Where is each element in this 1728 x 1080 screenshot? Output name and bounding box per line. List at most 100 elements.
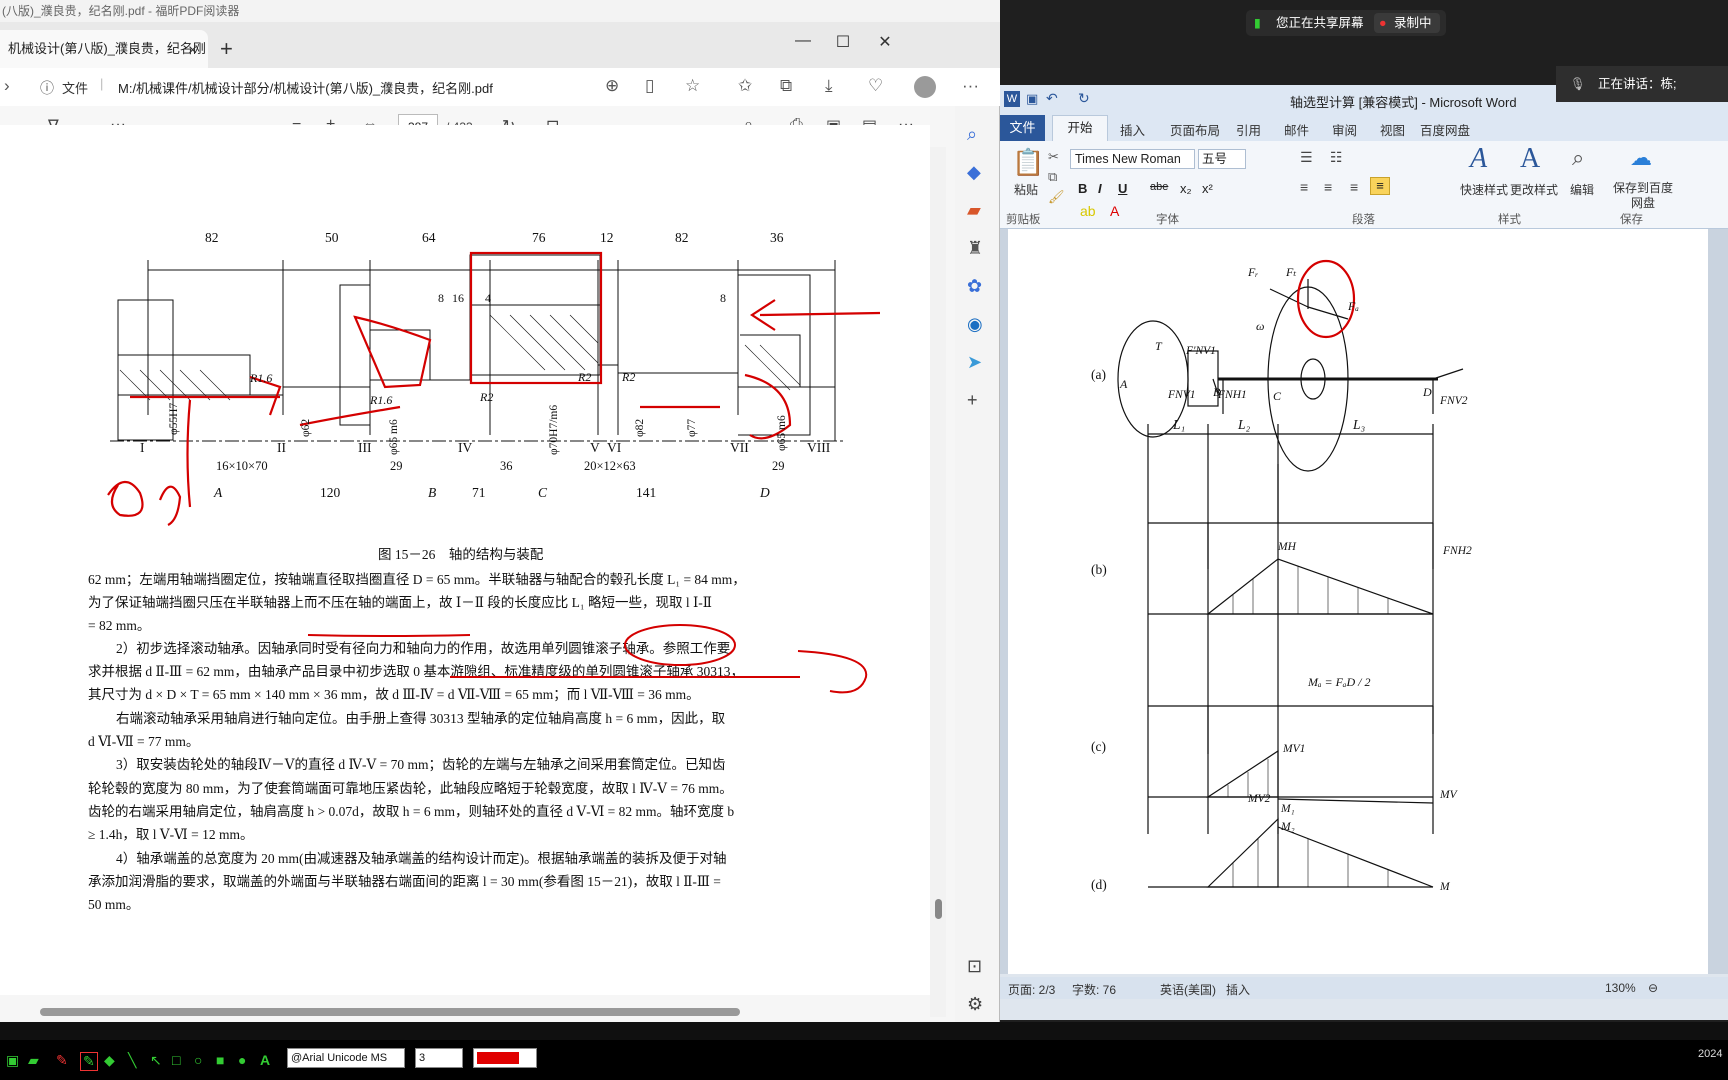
bold-button[interactable]: B [1078, 181, 1087, 196]
change-styles-icon[interactable]: A [1520, 143, 1540, 175]
screenshot-icon[interactable]: ⊡ [967, 956, 982, 977]
arrow-icon[interactable]: ↖ [150, 1052, 162, 1069]
favorites-bar-icon[interactable]: ✩ [738, 76, 752, 96]
tab-review[interactable]: 审阅 [1332, 120, 1357, 139]
save-icon[interactable]: ▣ [1026, 91, 1038, 107]
download-icon[interactable]: ⤓ [825, 76, 833, 96]
undo-icon[interactable]: ↶ [1046, 90, 1058, 107]
copy-icon[interactable]: ⧉ [1048, 169, 1057, 185]
highlight-icon[interactable]: ab [1080, 203, 1096, 219]
font-color-icon[interactable]: A [1110, 203, 1119, 219]
paste-button[interactable]: 粘贴 [1014, 181, 1038, 198]
change-styles-button[interactable]: 更改样式 [1510, 181, 1558, 198]
filled-rectangle-icon[interactable]: ■ [216, 1052, 224, 1068]
text-tool-icon[interactable]: A [260, 1052, 270, 1068]
status-page[interactable]: 页面: 2/3 [1008, 981, 1055, 998]
align-right-icon[interactable]: ≡ [1350, 179, 1358, 195]
address-url[interactable]: M:/机械课件/机械设计部分/机械设计(第八版)_濮良贵，纪名刚.pdf [118, 78, 493, 97]
align-left-icon[interactable]: ≡ [1300, 179, 1308, 195]
tab-file[interactable]: 文件 [1000, 115, 1045, 141]
browser-tab[interactable]: 机械设计(第八版)_濮良贵，纪名刚 [0, 30, 208, 68]
tab-page-layout[interactable]: 页面布局 [1170, 120, 1220, 139]
tab-references[interactable]: 引用 [1236, 120, 1261, 139]
settings-icon[interactable]: ⚙ [967, 994, 983, 1015]
favorite-icon[interactable]: ☆ [685, 76, 700, 96]
quick-styles-icon[interactable]: A [1470, 143, 1487, 175]
redo-icon[interactable]: ↻ [1078, 90, 1090, 107]
copilot-icon[interactable]: ✿ [967, 276, 982, 297]
tab-view[interactable]: 视图 [1380, 120, 1405, 139]
strikethrough-button[interactable]: abe [1150, 181, 1168, 193]
font-size-select[interactable]: 五号 [1198, 149, 1246, 169]
word-status-bar: 页面: 2/3 字数: 76 英语(美国) 插入 130% ⊖ [1000, 977, 1728, 999]
filled-circle-icon[interactable]: ● [238, 1052, 246, 1068]
recording-indicator[interactable]: ● 录制中 [1374, 13, 1440, 33]
rectangle-icon[interactable]: □ [172, 1052, 180, 1068]
numbering-icon[interactable]: ☷ [1330, 149, 1343, 166]
minimize-button[interactable]: — [788, 32, 818, 56]
tab-insert[interactable]: 插入 [1120, 120, 1145, 139]
document-page[interactable]: (a) (b) (c) (d) L₁ L₂ L₃ A B C D Fₜ Fᵣ F… [1008, 229, 1708, 974]
status-language[interactable]: 英语(美国) [1160, 981, 1216, 998]
paste-icon[interactable]: 📋 [1012, 147, 1044, 178]
search-icon[interactable]: ⌕ [967, 124, 977, 145]
edit-icon[interactable]: ⌕ [1572, 145, 1584, 171]
reader-icon[interactable]: ▯ [645, 76, 654, 96]
eraser-icon[interactable]: ✎ [56, 1052, 68, 1069]
marker-icon[interactable]: ◆ [104, 1052, 115, 1069]
format-painter-icon[interactable]: 🖌 [1048, 189, 1065, 205]
tab-baidu-netdisk[interactable]: 百度网盘 [1420, 120, 1470, 139]
subscript-button[interactable]: x₂ [1180, 181, 1192, 196]
point-label: D [760, 485, 770, 500]
italic-button[interactable]: I [1098, 181, 1102, 196]
toolbox-icon[interactable]: ▰ [967, 200, 981, 221]
superscript-button[interactable]: x² [1202, 181, 1213, 196]
line-icon[interactable]: ╲ [128, 1052, 136, 1069]
status-insert-mode[interactable]: 插入 [1226, 981, 1250, 998]
vertical-scrollbar[interactable] [930, 147, 946, 1017]
status-zoom[interactable]: 130% [1605, 981, 1636, 995]
outlook-icon[interactable]: ◉ [967, 314, 983, 335]
zoom-icon[interactable]: ⊕ [605, 76, 619, 96]
edit-button[interactable]: 编辑 [1570, 181, 1594, 198]
justify-icon[interactable]: ≡ [1370, 177, 1390, 195]
zoom-out-icon[interactable]: ⊖ [1648, 981, 1658, 995]
moment-label: MH [1278, 541, 1296, 553]
menu-icon[interactable]: ··· [962, 76, 979, 96]
pen-icon[interactable]: ✎ [80, 1052, 98, 1071]
tab-home[interactable]: 开始 [1052, 115, 1108, 141]
underline-button[interactable]: U [1118, 181, 1127, 196]
screen-icon[interactable]: ▣ [6, 1052, 19, 1069]
games-icon[interactable]: ♜ [967, 238, 983, 259]
tab-close-icon[interactable]: × [188, 42, 197, 60]
line-width-select[interactable]: 3 [415, 1048, 463, 1068]
font-name-select[interactable]: Times New Roman [1070, 149, 1195, 169]
folder-icon[interactable]: ▰ [28, 1052, 39, 1069]
font-select[interactable]: @Arial Unicode MS [287, 1048, 405, 1068]
info-icon[interactable]: ⓘ [40, 78, 54, 98]
back-icon[interactable]: › [4, 76, 10, 96]
tab-mailings[interactable]: 邮件 [1284, 120, 1309, 139]
point-label: C [1273, 389, 1282, 403]
status-words[interactable]: 字数: 76 [1072, 981, 1116, 998]
scroll-thumb[interactable] [935, 899, 942, 919]
horizontal-scrollbar[interactable] [40, 1008, 740, 1016]
address-bar[interactable]: › ⓘ 文件 | M:/机械课件/机械设计部分/机械设计(第八版)_濮良贵，纪名… [0, 68, 1000, 106]
profile-avatar[interactable] [914, 76, 936, 98]
maximize-button[interactable]: ☐ [828, 32, 858, 56]
color-select[interactable] [473, 1048, 537, 1068]
add-icon[interactable]: + [967, 390, 978, 411]
send-icon[interactable]: ➤ [967, 352, 982, 373]
save-to-baidu-button[interactable]: 保存到百度网盘 [1608, 181, 1678, 211]
cut-icon[interactable]: ✂ [1048, 149, 1059, 165]
baidu-cloud-icon[interactable]: ☁ [1630, 145, 1652, 171]
close-window-button[interactable]: ✕ [870, 32, 900, 56]
align-center-icon[interactable]: ≡ [1324, 179, 1332, 195]
new-tab-button[interactable]: + [220, 36, 233, 62]
bullets-icon[interactable]: ☰ [1300, 149, 1313, 166]
quick-styles-button[interactable]: 快速样式 [1460, 181, 1508, 198]
circle-icon[interactable]: ○ [194, 1052, 202, 1068]
tag-icon[interactable]: ◆ [967, 162, 981, 183]
collections-icon[interactable]: ⧉ [780, 76, 792, 96]
extension-icon[interactable]: ♡ [868, 76, 883, 96]
